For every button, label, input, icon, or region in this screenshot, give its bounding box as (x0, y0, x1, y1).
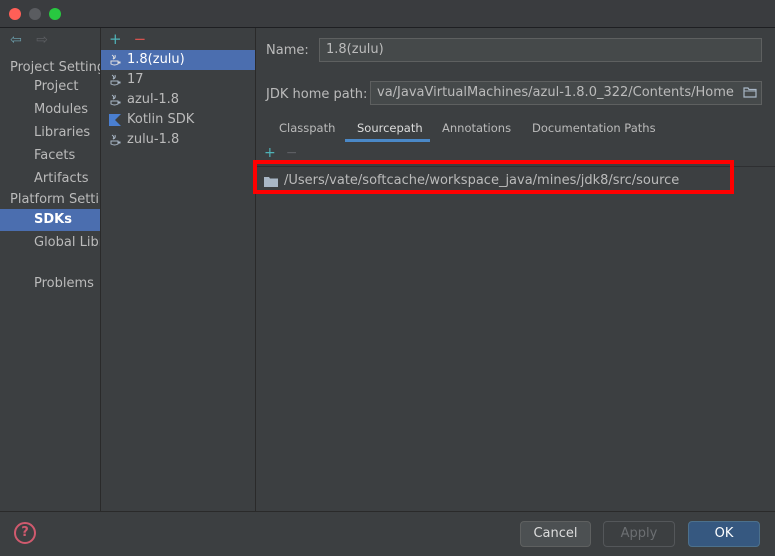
sdk-item-label: zulu-1.8 (127, 132, 180, 147)
java-icon (110, 74, 121, 86)
nav-item-modules[interactable]: Modules (0, 99, 100, 121)
back-arrow-icon[interactable]: ⇦ (10, 32, 22, 48)
project-settings-header: Project Setting (10, 60, 101, 75)
sdk-item-label: azul-1.8 (127, 92, 180, 107)
remove-path-icon[interactable]: − (286, 145, 298, 161)
source-path-list: /Users/vate/softcache/workspace_java/min… (256, 167, 775, 507)
sdk-item[interactable]: 1.8(zulu) (101, 50, 255, 70)
highlight-box (253, 160, 734, 194)
sdk-list-panel: + − 1.8(zulu) 17 azul-1.8 Kotlin SDK zulu… (101, 28, 256, 511)
remove-sdk-icon[interactable]: − (134, 30, 147, 48)
browse-folder-icon[interactable] (743, 86, 757, 98)
jdk-home-path-field[interactable]: va/JavaVirtualMachines/azul-1.8.0_322/Co… (370, 81, 762, 105)
minimize-window-button[interactable] (29, 8, 41, 20)
kotlin-icon (109, 114, 121, 126)
tab-classpath[interactable]: Classpath (279, 121, 335, 135)
tab-annotations[interactable]: Annotations (442, 121, 511, 135)
jdk-home-path-label: JDK home path: (266, 87, 368, 102)
sdk-item[interactable]: 17 (101, 70, 255, 90)
name-field[interactable]: 1.8(zulu) (319, 38, 762, 62)
apply-button[interactable]: Apply (603, 521, 675, 547)
dialog-footer: ? Cancel Apply OK (0, 511, 775, 556)
name-label: Name: (266, 43, 309, 58)
add-sdk-icon[interactable]: + (109, 30, 122, 48)
platform-settings-header: Platform Settin (10, 192, 101, 207)
nav-item-sdks[interactable]: SDKs (0, 209, 100, 231)
nav-item-libraries[interactable]: Libraries (0, 122, 100, 144)
java-icon (110, 94, 121, 106)
forward-arrow-icon[interactable]: ⇨ (36, 32, 48, 48)
close-window-button[interactable] (9, 8, 21, 20)
help-icon[interactable]: ? (14, 522, 36, 544)
path-toolbar: + − (264, 145, 297, 161)
sdk-item[interactable]: zulu-1.8 (101, 130, 255, 150)
ok-button[interactable]: OK (688, 521, 760, 547)
add-path-icon[interactable]: + (264, 145, 276, 161)
nav-item-facets[interactable]: Facets (0, 145, 100, 167)
sdk-item[interactable]: Kotlin SDK (101, 110, 255, 130)
jdk-home-path-value: va/JavaVirtualMachines/azul-1.8.0_322/Co… (377, 85, 734, 100)
title-bar (0, 0, 775, 28)
cancel-button[interactable]: Cancel (520, 521, 591, 547)
java-icon (110, 134, 121, 146)
sdk-item-label: 1.8(zulu) (127, 52, 185, 67)
path-tabs: Classpath Sourcepath Annotations Documen… (256, 118, 775, 142)
sdk-item-label: Kotlin SDK (127, 112, 195, 127)
java-icon (110, 54, 121, 66)
nav-item-project[interactable]: Project (0, 76, 100, 98)
nav-item-global-libraries[interactable]: Global Libr (0, 232, 100, 254)
sdk-details-panel: Name: 1.8(zulu) JDK home path: va/JavaVi… (256, 28, 775, 511)
sdk-toolbar: + − (109, 30, 146, 48)
active-tab-indicator (345, 139, 430, 142)
sdk-item-label: 17 (127, 72, 144, 87)
settings-nav: ⇦ ⇨ Project Setting Project Modules Libr… (0, 28, 101, 511)
nav-arrows: ⇦ ⇨ (10, 32, 58, 48)
sdk-item[interactable]: azul-1.8 (101, 90, 255, 110)
nav-item-problems[interactable]: Problems (0, 273, 100, 295)
zoom-window-button[interactable] (49, 8, 61, 20)
tab-documentation-paths[interactable]: Documentation Paths (532, 121, 656, 135)
nav-item-artifacts[interactable]: Artifacts (0, 168, 100, 190)
tab-sourcepath[interactable]: Sourcepath (357, 121, 423, 135)
